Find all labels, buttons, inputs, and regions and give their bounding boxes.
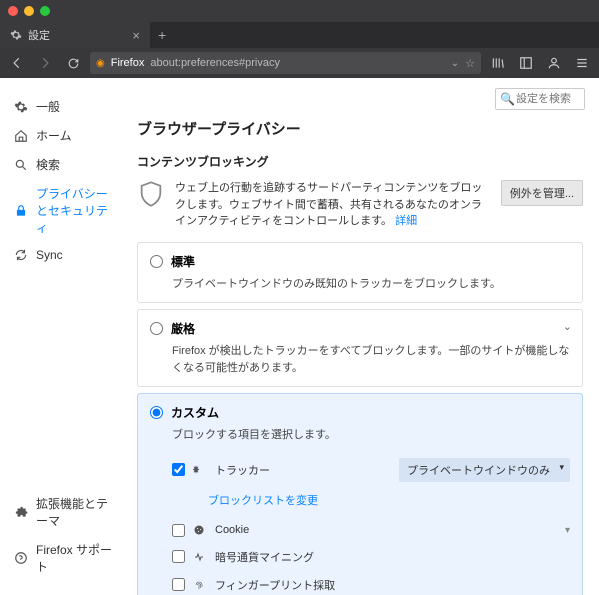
content-area: 一般 ホーム 検索 プライバシーとセキュリティ Sync 拡張機能とテーマ Fi… — [0, 78, 599, 595]
custom-radio[interactable] — [150, 406, 163, 419]
cryptominer-icon — [193, 551, 207, 563]
help-icon — [14, 551, 28, 565]
close-window-button[interactable] — [8, 6, 18, 16]
option-strict[interactable]: 厳格 ⌄ Firefox が検出したトラッカーをすべてブロックします。一部のサイ… — [137, 309, 583, 387]
trackers-row: トラッカー プライベートウインドウのみ — [172, 452, 570, 488]
bookmark-star-icon[interactable]: ☆ — [465, 57, 475, 70]
trackers-label: トラッカー — [215, 462, 270, 478]
url-text: about:preferences#privacy — [150, 57, 280, 69]
window-titlebar — [0, 0, 599, 22]
option-standard[interactable]: 標準 プライベートウインドウのみ既知のトラッカーをブロックします。 — [137, 242, 583, 304]
standard-radio[interactable] — [150, 255, 163, 268]
sidebar-item-home[interactable]: ホーム — [8, 121, 125, 150]
trackers-mode-select[interactable]: プライベートウインドウのみ — [399, 458, 570, 482]
traffic-lights — [8, 6, 50, 16]
maximize-window-button[interactable] — [40, 6, 50, 16]
url-prefix: Firefox — [111, 57, 145, 69]
sync-icon — [14, 248, 28, 262]
search-icon: 🔍 — [500, 92, 515, 106]
chevron-down-icon[interactable]: ⌄ — [563, 320, 572, 333]
cookie-icon — [193, 524, 207, 536]
sidebar-label: 拡張機能とテーマ — [36, 495, 119, 529]
strict-radio[interactable] — [150, 322, 163, 335]
content-blocking-header: ウェブ上の行動を追跡するサードパーティコンテンツをブロックします。ウェブサイト間… — [137, 180, 583, 230]
sidebar-button[interactable] — [515, 52, 537, 74]
content-blocking-desc: ウェブ上の行動を追跡するサードパーティコンテンツをブロックします。ウェブサイト間… — [175, 180, 491, 230]
settings-sidebar: 一般 ホーム 検索 プライバシーとセキュリティ Sync 拡張機能とテーマ Fi… — [0, 78, 125, 595]
puzzle-icon — [14, 505, 28, 519]
home-icon — [14, 129, 28, 143]
fingerprinters-label: フィンガープリント採取 — [215, 577, 335, 593]
gear-icon — [10, 29, 22, 41]
minimize-window-button[interactable] — [24, 6, 34, 16]
option-desc: Firefox が検出したトラッカーをすべてブロックします。一部のサイトが機能し… — [172, 343, 570, 376]
search-icon — [14, 158, 28, 172]
change-blocklist-link[interactable]: ブロックリストを変更 — [208, 495, 318, 507]
back-button[interactable] — [6, 52, 28, 74]
tab-title: 設定 — [28, 27, 50, 43]
sidebar-label: プライバシーとセキュリティ — [36, 185, 119, 236]
learn-more-link[interactable]: 詳細 — [395, 215, 417, 227]
fingerprinters-checkbox[interactable] — [172, 578, 185, 591]
lock-icon — [14, 204, 28, 218]
shield-icon — [137, 180, 165, 208]
nav-toolbar: ◉ Firefox about:preferences#privacy ⌄ ☆ — [0, 48, 599, 78]
firefox-icon: ◉ — [96, 58, 105, 69]
tab-strip: 設定 × + — [0, 22, 599, 48]
tracker-icon — [193, 464, 207, 476]
gear-icon — [14, 100, 28, 114]
library-button[interactable] — [487, 52, 509, 74]
cryptominers-checkbox[interactable] — [172, 550, 185, 563]
sidebar-label: Firefox サポート — [36, 541, 119, 575]
cryptominers-row: 暗号通貨マイニング — [172, 543, 570, 571]
sidebar-item-sync[interactable]: Sync — [8, 242, 125, 268]
new-tab-button[interactable]: + — [150, 22, 174, 48]
cookies-row: Cookie ▾ — [172, 518, 570, 543]
sidebar-item-privacy[interactable]: プライバシーとセキュリティ — [8, 179, 125, 242]
sidebar-label: 検索 — [36, 156, 60, 173]
forward-button[interactable] — [34, 52, 56, 74]
main-panel: 🔍 ブラウザープライバシー コンテンツブロッキング ウェブ上の行動を追跡するサー… — [125, 78, 599, 595]
menu-button[interactable] — [571, 52, 593, 74]
option-custom: カスタム ブロックする項目を選択します。 トラッカー プライベートウインドウのみ… — [137, 393, 583, 595]
sidebar-label: 一般 — [36, 98, 60, 115]
url-bar[interactable]: ◉ Firefox about:preferences#privacy ⌄ ☆ — [90, 52, 481, 74]
option-desc: ブロックする項目を選択します。 — [172, 427, 570, 444]
manage-exceptions-button[interactable]: 例外を管理... — [501, 180, 583, 206]
close-tab-button[interactable]: × — [132, 28, 140, 43]
sidebar-item-search[interactable]: 検索 — [8, 150, 125, 179]
browser-tab[interactable]: 設定 × — [0, 22, 150, 48]
option-title: 厳格 — [171, 320, 195, 337]
option-title: 標準 — [171, 253, 195, 270]
page-title: ブラウザープライバシー — [137, 118, 583, 139]
fingerprinters-row: フィンガープリント採取 — [172, 571, 570, 595]
option-title: カスタム — [171, 404, 219, 421]
settings-search: 🔍 — [495, 88, 585, 110]
fingerprint-icon — [193, 579, 207, 591]
sidebar-item-addons[interactable]: 拡張機能とテーマ — [8, 489, 125, 535]
reload-button[interactable] — [62, 52, 84, 74]
option-desc: プライベートウインドウのみ既知のトラッカーをブロックします。 — [172, 276, 570, 293]
trackers-checkbox[interactable] — [172, 463, 185, 476]
chevron-down-icon[interactable]: ▾ — [565, 525, 570, 536]
account-button[interactable] — [543, 52, 565, 74]
sidebar-label: Sync — [36, 248, 63, 262]
sidebar-item-support[interactable]: Firefox サポート — [8, 535, 125, 581]
sidebar-label: ホーム — [36, 127, 72, 144]
cookies-checkbox[interactable] — [172, 524, 185, 537]
dropdown-icon[interactable]: ⌄ — [451, 58, 459, 69]
section-heading: コンテンツブロッキング — [137, 153, 583, 170]
sidebar-item-general[interactable]: 一般 — [8, 92, 125, 121]
cookies-label: Cookie — [215, 524, 249, 536]
cryptominers-label: 暗号通貨マイニング — [215, 549, 314, 565]
